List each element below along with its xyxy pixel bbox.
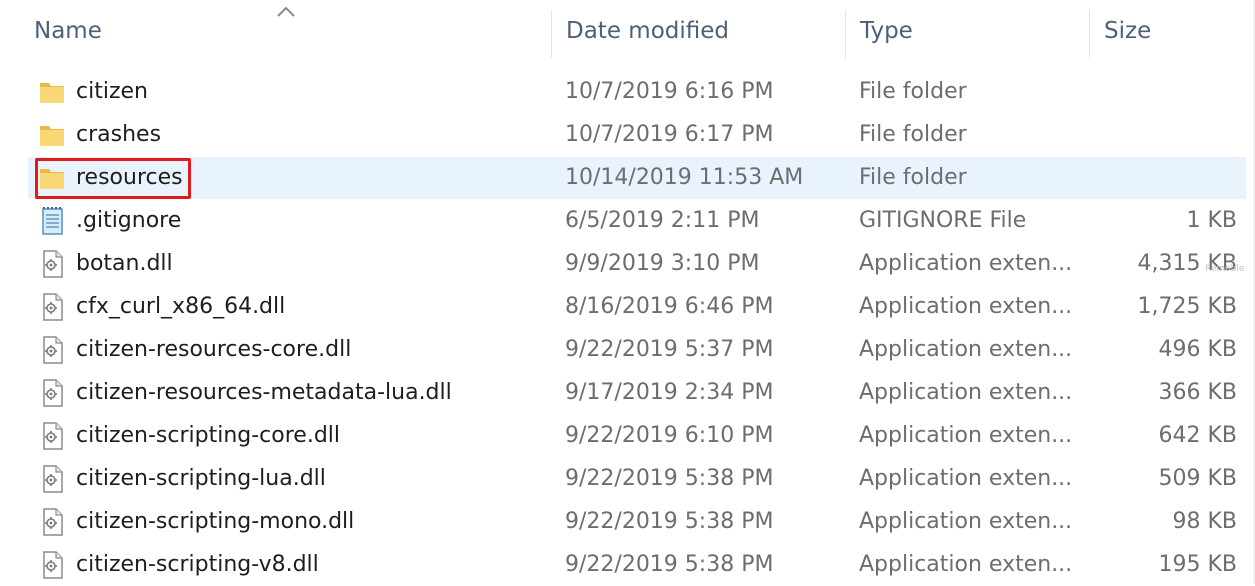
file-type: Application exten...	[859, 423, 1073, 448]
file-type: File folder	[859, 165, 967, 190]
file-date-modified: 9/17/2019 2:34 PM	[565, 380, 774, 405]
column-header-name-label: Name	[34, 18, 102, 44]
file-row[interactable]: cfx_curl_x86_64.dll 8/16/2019 6:46 PM Appl…	[0, 285, 1255, 328]
red-highlight-annotation	[35, 158, 191, 199]
file-type: GITIGNORE File	[859, 208, 1027, 233]
file-name: botan.dll	[76, 251, 173, 276]
file-row[interactable]: .gitignore 6/5/2019 2:11 PM GITIGNORE File…	[0, 199, 1255, 242]
file-date-modified: 9/22/2019 5:38 PM	[565, 509, 774, 534]
file-name: cfx_curl_x86_64.dll	[76, 294, 286, 319]
file-row[interactable]: crashes 10/7/2019 6:17 PM File folder	[0, 113, 1255, 156]
file-name: citizen-scripting-mono.dll	[76, 509, 355, 534]
column-header-type[interactable]: Type	[846, 0, 1088, 62]
dll-file-icon	[37, 464, 67, 494]
column-header-size[interactable]: Size	[1090, 0, 1250, 62]
file-date-modified: 9/22/2019 5:38 PM	[565, 552, 774, 577]
file-row[interactable]: citizen-scripting-v8.dll 9/22/2019 5:38 P…	[0, 543, 1255, 586]
file-row[interactable]: botan.dll 9/9/2019 3:10 PM Application ext…	[0, 242, 1255, 285]
folder-icon	[37, 120, 67, 150]
file-type: Application exten...	[859, 337, 1073, 362]
file-size: 366 KB	[1158, 380, 1237, 405]
dll-file-icon	[37, 292, 67, 322]
dll-file-icon	[37, 249, 67, 279]
file-size: 1 KB	[1186, 208, 1237, 233]
file-name: citizen-scripting-core.dll	[76, 423, 341, 448]
file-name: citizen-scripting-v8.dll	[76, 552, 319, 577]
column-header-date-label: Date modified	[566, 18, 729, 44]
file-type: Application exten...	[859, 294, 1073, 319]
file-date-modified: 9/22/2019 5:38 PM	[565, 466, 774, 491]
column-header-name[interactable]: Name	[20, 0, 550, 62]
file-row[interactable]: citizen-resources-core.dll 9/22/2019 5:37…	[0, 328, 1255, 371]
file-date-modified: 10/14/2019 11:53 AM	[565, 165, 804, 190]
column-header-bar: Name Date modified Type Size	[0, 0, 1255, 62]
file-name: .gitignore	[76, 208, 182, 233]
file-date-modified: 8/16/2019 6:46 PM	[565, 294, 774, 319]
file-type: Application exten...	[859, 552, 1073, 577]
file-type: Application exten...	[859, 509, 1073, 534]
file-row[interactable]: citizen-scripting-lua.dll 9/22/2019 5:38 …	[0, 457, 1255, 500]
file-row[interactable]: citizen-scripting-core.dll 9/22/2019 6:10…	[0, 414, 1255, 457]
file-size: 642 KB	[1158, 423, 1237, 448]
column-header-size-label: Size	[1104, 18, 1152, 44]
dll-file-icon	[37, 378, 67, 408]
column-header-date-modified[interactable]: Date modified	[552, 0, 844, 62]
dll-file-icon	[37, 550, 67, 580]
file-size: 496 KB	[1158, 337, 1237, 362]
file-row[interactable]: citizen 10/7/2019 6:16 PM File folder	[0, 70, 1255, 113]
file-date-modified: 10/7/2019 6:16 PM	[565, 79, 774, 104]
notepad-file-icon	[37, 206, 67, 236]
file-date-modified: 10/7/2019 6:17 PM	[565, 122, 774, 147]
file-size: 98 KB	[1172, 509, 1237, 534]
file-row[interactable]: citizen-scripting-mono.dll 9/22/2019 5:38…	[0, 500, 1255, 543]
dll-file-icon	[37, 421, 67, 451]
file-row[interactable]: citizen-resources-metadata-lua.dll 9/17/2…	[0, 371, 1255, 414]
file-type: Application exten...	[859, 466, 1073, 491]
file-name: citizen-scripting-lua.dll	[76, 466, 326, 491]
file-date-modified: 9/22/2019 5:37 PM	[565, 337, 774, 362]
file-name: citizen	[76, 79, 148, 104]
file-type: File folder	[859, 79, 967, 104]
file-size: 195 KB	[1158, 552, 1237, 577]
file-name: crashes	[76, 122, 162, 147]
file-name: citizen-resources-metadata-lua.dll	[76, 380, 452, 405]
folder-icon	[37, 77, 67, 107]
watermark-text: Remoble	[1205, 264, 1245, 274]
file-size: 1,725 KB	[1137, 294, 1238, 319]
file-type: File folder	[859, 122, 967, 147]
file-type: Application exten...	[859, 251, 1073, 276]
file-date-modified: 6/5/2019 2:11 PM	[565, 208, 760, 233]
file-date-modified: 9/9/2019 3:10 PM	[565, 251, 760, 276]
file-name: citizen-resources-core.dll	[76, 337, 352, 362]
file-size: 509 KB	[1158, 466, 1237, 491]
column-header-type-label: Type	[860, 18, 913, 44]
file-date-modified: 9/22/2019 6:10 PM	[565, 423, 774, 448]
file-type: Application exten...	[859, 380, 1073, 405]
dll-file-icon	[37, 507, 67, 537]
dll-file-icon	[37, 335, 67, 365]
